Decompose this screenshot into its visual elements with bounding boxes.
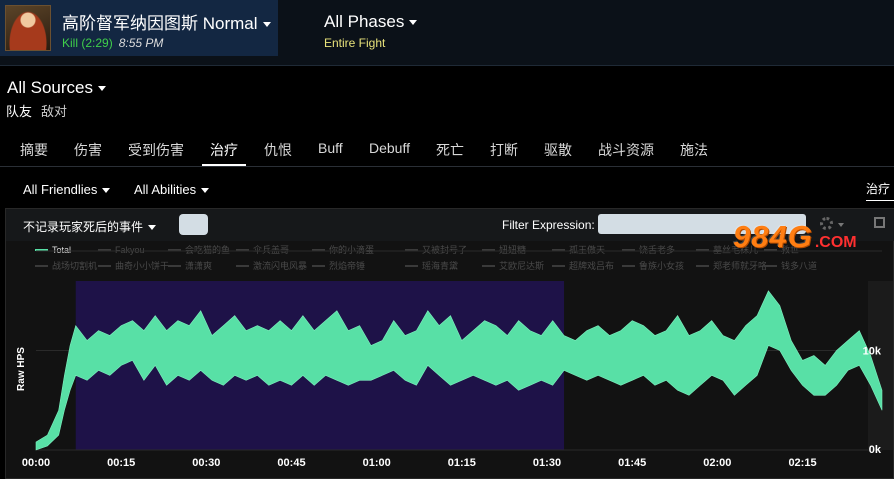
- legend-entry: 又被封号了: [422, 244, 467, 255]
- legend-entry: 潇潇爽: [185, 260, 212, 271]
- kill-line: Kill (2:29) 8:55 PM: [62, 36, 163, 50]
- caret-down-icon: [201, 188, 210, 194]
- legend-entry: Total: [52, 245, 71, 255]
- boss-name-dropdown[interactable]: 高阶督军纳因图斯 Normal: [62, 9, 271, 34]
- tab-deaths[interactable]: 死亡: [436, 140, 464, 160]
- caret-down-icon: [97, 86, 106, 92]
- tab-damage-taken[interactable]: 受到伤害: [128, 140, 184, 160]
- abilities-filter[interactable]: All Abilities: [134, 182, 210, 197]
- y-tick-label: 0k: [869, 444, 882, 456]
- legend-entry: 妞妞糖: [499, 244, 526, 255]
- legend-entry: 曲奇小小饼干: [115, 260, 169, 271]
- death-filter-toggle[interactable]: [179, 214, 208, 235]
- healing-chart: Total Fakyou 会吃猫的鱼 伞兵盖哥 你的小滴蛋 又被封号了 妞妞糖 孤王傲天 饶舌老…: [16, 244, 893, 469]
- caret-down-icon: [409, 20, 418, 26]
- legend-entry: 艾欧尼达斯: [499, 260, 544, 271]
- legend-entry: 烈焰帝锤: [329, 260, 365, 271]
- x-tick-label: 00:15: [107, 457, 135, 469]
- fight-header: 高阶督军纳因图斯 Normal Kill (2:29) 8:55 PM All P…: [0, 0, 894, 66]
- abilities-filter-label: All Abilities: [134, 182, 197, 197]
- view-mode-label[interactable]: 治疗: [866, 180, 894, 201]
- legend-entry: 饶舌老多: [639, 244, 675, 255]
- tab-summary[interactable]: 摘要: [20, 140, 48, 160]
- death-filter-dropdown[interactable]: 不记录玩家死后的事件: [23, 218, 157, 235]
- tab-interrupts[interactable]: 打断: [490, 140, 518, 160]
- site-watermark-logo: 984G .COM: [733, 219, 857, 265]
- friendlies-filter-label: All Friendlies: [23, 182, 98, 197]
- legend-entry: 战场切割机: [52, 260, 97, 271]
- boss-name: 高阶督军纳因图斯 Normal: [62, 14, 258, 33]
- filter-row: All Friendlies All Abilities 治疗: [0, 176, 894, 204]
- chart-legend: Total Fakyou 会吃猫的鱼 伞兵盖哥 你的小滴蛋 又被封号了 妞妞糖 孤王傲天 饶舌老…: [35, 244, 817, 271]
- x-tick-label: 02:15: [788, 457, 816, 469]
- active-tab-underline: [202, 164, 246, 166]
- tab-threat[interactable]: 仇恨: [264, 140, 292, 160]
- tab-resources[interactable]: 战斗资源: [598, 140, 654, 160]
- x-tick-label: 00:30: [192, 457, 220, 469]
- watermark-text: 984G: [733, 219, 813, 254]
- boss-portrait: [5, 5, 51, 51]
- phase-subtitle: Entire Fight: [324, 36, 386, 50]
- sources-tabs: 队友 敌对: [6, 101, 76, 120]
- legend-entry: 瑶海青黛: [422, 260, 458, 271]
- x-tick-label: 01:45: [618, 457, 646, 469]
- legend-entry: 你的小滴蛋: [329, 244, 374, 255]
- fight-selector[interactable]: 高阶督军纳因图斯 Normal Kill (2:29) 8:55 PM: [0, 0, 278, 56]
- x-tick-label: 00:00: [22, 457, 50, 469]
- y-axis-label: Raw HPS: [16, 347, 27, 391]
- friendlies-filter[interactable]: All Friendlies: [23, 182, 111, 197]
- legend-entry: 超牌戏吕布: [569, 260, 614, 271]
- legend-entry: Fakyou: [115, 245, 145, 255]
- x-tick-label: 01:30: [533, 457, 561, 469]
- death-filter-label: 不记录玩家死后的事件: [23, 220, 144, 234]
- legend-entry: 会吃猫的鱼: [185, 244, 230, 255]
- legend-entry: 伞兵盖哥: [253, 244, 289, 255]
- filter-expression-label: Filter Expression:: [502, 218, 595, 232]
- x-tick-label: 00:45: [277, 457, 305, 469]
- legend-entry: 孤王傲天: [569, 244, 605, 255]
- watermark-suffix: .COM: [814, 234, 857, 251]
- sources-tab-enemies[interactable]: 敌对: [41, 104, 67, 119]
- x-tick-label: 02:00: [703, 457, 731, 469]
- sources-tab-friendlies[interactable]: 队友: [6, 104, 32, 119]
- tab-dispels[interactable]: 驱散: [544, 140, 572, 160]
- main-tabs: 摘要 伤害 受到伤害 治疗 仇恨 Buff Debuff 死亡 打断 驱散 战斗…: [0, 130, 894, 167]
- phase-dropdown[interactable]: All Phases: [324, 12, 418, 32]
- y-tick-label: 10k: [863, 345, 882, 357]
- tab-buffs[interactable]: Buff: [318, 140, 343, 156]
- kill-time: 8:55 PM: [118, 36, 164, 50]
- phase-title: All Phases: [324, 12, 405, 31]
- sources-dropdown[interactable]: All Sources: [7, 78, 106, 98]
- tab-damage-done[interactable]: 伤害: [74, 140, 102, 160]
- caret-down-icon: [102, 188, 111, 194]
- caret-down-icon: [262, 22, 271, 28]
- tab-healing[interactable]: 治疗: [210, 140, 238, 160]
- sources-title: All Sources: [7, 78, 93, 97]
- legend-entry: 鲁族小女孩: [639, 260, 684, 271]
- x-tick-label: 01:15: [448, 457, 476, 469]
- legend-entry: 激流闪电风暴: [253, 260, 307, 271]
- caret-down-icon: [148, 225, 157, 231]
- tab-debuffs[interactable]: Debuff: [369, 140, 410, 156]
- maximize-icon[interactable]: [874, 217, 885, 228]
- tab-casts[interactable]: 施法: [680, 140, 708, 160]
- x-tick-label: 01:00: [363, 457, 391, 469]
- kill-status: Kill (2:29): [62, 36, 113, 50]
